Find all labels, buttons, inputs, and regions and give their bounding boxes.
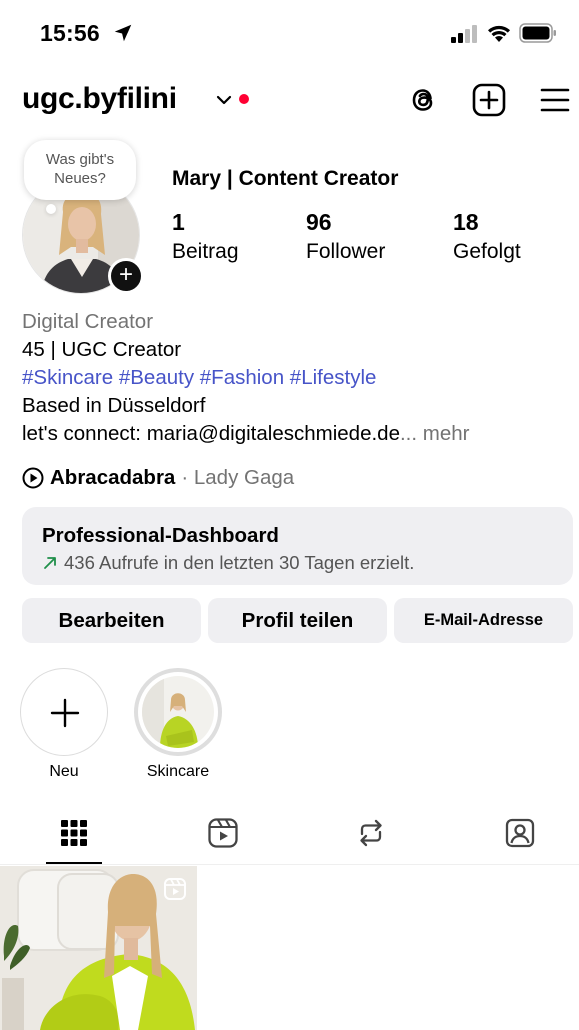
display-name: Mary | Content Creator [172,167,399,190]
edit-profile-button[interactable]: Bearbeiten [22,598,201,643]
highlight-cover [142,676,214,748]
unread-dot [239,94,249,104]
song-title: Abracadabra [50,466,176,489]
dashboard-subtitle-row: 436 Aufrufe in den letzten 30 Tagen erzi… [42,551,553,575]
bio-contact-line: let's connect: maria@digitaleschmiede.de… [22,420,572,448]
posts-stat[interactable]: 1 Beitrag [172,208,239,266]
plus-icon [50,698,80,728]
share-profile-button[interactable]: Profil teilen [208,598,387,643]
chevron-down-icon[interactable] [216,94,232,106]
posts-label: Beitrag [172,240,239,263]
cellular-signal-icon [451,25,477,43]
reels-badge-icon [164,878,186,900]
tab-grid[interactable] [38,810,110,865]
status-time: 15:56 [40,20,100,46]
bio: Digital Creator 45 | UGC Creator #Skinca… [22,308,572,448]
tab-reels[interactable] [187,810,259,865]
profile-tabs [0,810,579,865]
note-text: Was gibt's Neues? [45,151,115,187]
highlight-label: Neu [49,763,79,780]
tagged-icon [505,818,535,848]
profile-header: ugc.byfilini [0,78,579,124]
grid-post[interactable] [0,866,197,1030]
highlight-new-circle[interactable] [20,668,108,756]
followers-label: Follower [306,240,386,263]
following-count: 18 [453,209,479,235]
following-label: Gefolgt [453,240,521,263]
threads-icon[interactable] [406,83,440,117]
dashboard-subtitle: 436 Aufrufe in den letzten 30 Tagen erzi… [64,552,415,573]
followers-count: 96 [306,209,332,235]
note-tail [46,204,56,214]
tab-reposts[interactable] [335,810,407,865]
highlight-skincare-circle[interactable] [134,668,222,756]
trend-up-icon [44,557,56,569]
reposts-icon [360,819,382,847]
battery-icon [519,23,556,43]
bio-contact: let's connect: maria@digitaleschmiede.de [22,422,400,445]
profile-actions: Bearbeiten Profil teilen E-Mail-Adresse [22,598,573,643]
email-button[interactable]: E-Mail-Adresse [394,598,573,643]
song-artist: · Lady Gaga [181,466,295,489]
professional-dashboard[interactable]: Professional-Dashboard 436 Aufrufe in de… [22,507,573,585]
hamburger-menu-icon[interactable] [540,86,570,114]
add-story-badge[interactable]: + [108,258,144,294]
followers-stat[interactable]: 96 Follower [306,208,385,266]
dashboard-title: Professional-Dashboard [42,524,279,547]
highlight-label: Skincare [146,763,210,780]
highlight-skincare[interactable]: Skincare [134,668,222,781]
bio-line: 45 | UGC Creator [22,338,182,361]
username[interactable]: ugc.byfilini [22,82,177,116]
create-post-icon[interactable] [472,83,506,117]
note-bubble[interactable]: Was gibt's Neues? [24,140,136,200]
active-tab-indicator [46,862,102,864]
bio-category: Digital Creator [22,310,154,333]
bio-more-link[interactable]: ... mehr [400,422,470,445]
grid-icon [61,820,87,846]
location-arrow-icon [114,24,132,42]
reels-icon [208,818,238,848]
tab-tagged[interactable] [484,810,556,865]
following-stat[interactable]: 18 Gefolgt [453,208,521,266]
play-circle-icon [22,467,44,489]
wifi-icon [488,25,510,42]
posts-count: 1 [172,209,185,235]
bio-line: Based in Düsseldorf [22,394,206,417]
highlight-new[interactable]: Neu [20,668,108,781]
profile-music[interactable]: Abracadabra · Lady Gaga [22,464,294,492]
bio-hashtags[interactable]: #Skincare #Beauty #Fashion #Lifestyle [22,364,572,392]
status-bar: 15:56 [0,0,579,66]
